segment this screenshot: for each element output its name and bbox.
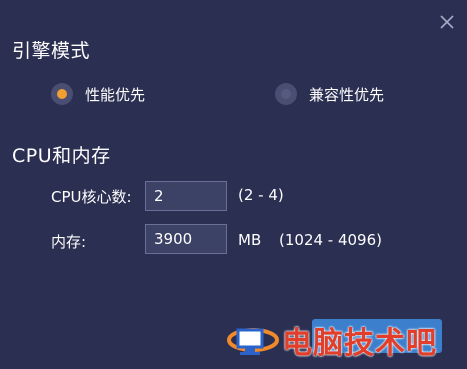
memory-label: 内存: <box>51 233 87 251</box>
cpu-cores-label: CPU核心数: <box>51 188 132 206</box>
radio-unselected-dot <box>281 89 291 99</box>
radio-performance-circle[interactable] <box>51 83 73 105</box>
radio-performance-label: 性能优先 <box>85 85 146 104</box>
radio-performance-first[interactable]: 性能优先 <box>51 83 145 105</box>
radio-selected-dot <box>57 89 67 99</box>
computer-logo-icon <box>227 328 279 355</box>
settings-dialog: 引擎模式 性能优先 兼容性优先 CPU和内存 CPU核心数: (2 - 4) 内… <box>0 0 467 369</box>
memory-range: (1024 - 4096) <box>279 231 383 249</box>
cpu-cores-input[interactable] <box>145 181 227 211</box>
radio-compatibility-circle[interactable] <box>275 83 297 105</box>
cpu-cores-range: (2 - 4) <box>238 186 284 204</box>
close-icon <box>440 15 454 29</box>
cpu-memory-title: CPU和内存 <box>12 145 111 167</box>
memory-input[interactable] <box>145 224 227 254</box>
memory-unit: MB <box>238 231 262 249</box>
watermark: 电脑技术吧 <box>224 314 467 369</box>
watermark-text: 电脑技术吧 <box>282 326 437 361</box>
radio-compatibility-first[interactable]: 兼容性优先 <box>275 83 384 105</box>
radio-compatibility-label: 兼容性优先 <box>309 85 385 104</box>
engine-mode-title: 引擎模式 <box>12 40 91 62</box>
close-button[interactable] <box>437 12 457 32</box>
